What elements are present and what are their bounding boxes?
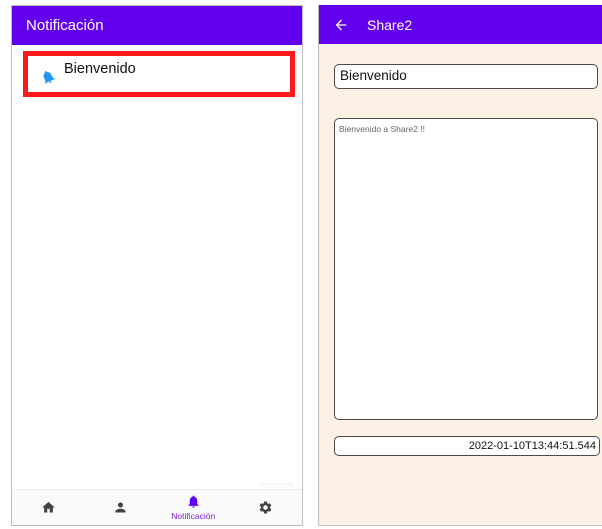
nav-home[interactable] xyxy=(18,490,78,526)
date-field[interactable]: 2022-01-10T13:44:51.544 xyxy=(334,436,600,456)
gear-icon xyxy=(259,501,272,514)
app-bar: Notificación xyxy=(12,6,302,45)
notification-title: Bienvenido xyxy=(64,61,136,77)
nav-settings[interactable] xyxy=(236,490,296,526)
notification-detail-screen: Share2 Bienvenido Bienvenido a Share2 !!… xyxy=(318,5,602,526)
title-field[interactable]: Bienvenido xyxy=(334,64,598,89)
page-title: Share2 xyxy=(367,16,413,33)
home-icon xyxy=(42,501,55,513)
nav-notifications[interactable]: Notificación xyxy=(163,490,223,526)
nav-profile[interactable] xyxy=(91,490,151,526)
app-bar: Share2 xyxy=(319,5,602,44)
bell-icon xyxy=(188,495,199,508)
page-title: Notificación xyxy=(26,17,104,34)
message-body-field[interactable]: Bienvenido a Share2 !! xyxy=(334,118,598,420)
notification-list-item[interactable]: Bienvenido xyxy=(23,51,295,97)
bottom-navigation: Notificación xyxy=(12,489,302,525)
arrow-left-icon[interactable] xyxy=(333,17,349,33)
bell-icon xyxy=(43,71,55,84)
notification-screen: Notificación Bienvenido Notificación xyxy=(11,5,303,526)
person-icon xyxy=(115,502,126,513)
nav-notifications-label: Notificación xyxy=(171,511,216,521)
